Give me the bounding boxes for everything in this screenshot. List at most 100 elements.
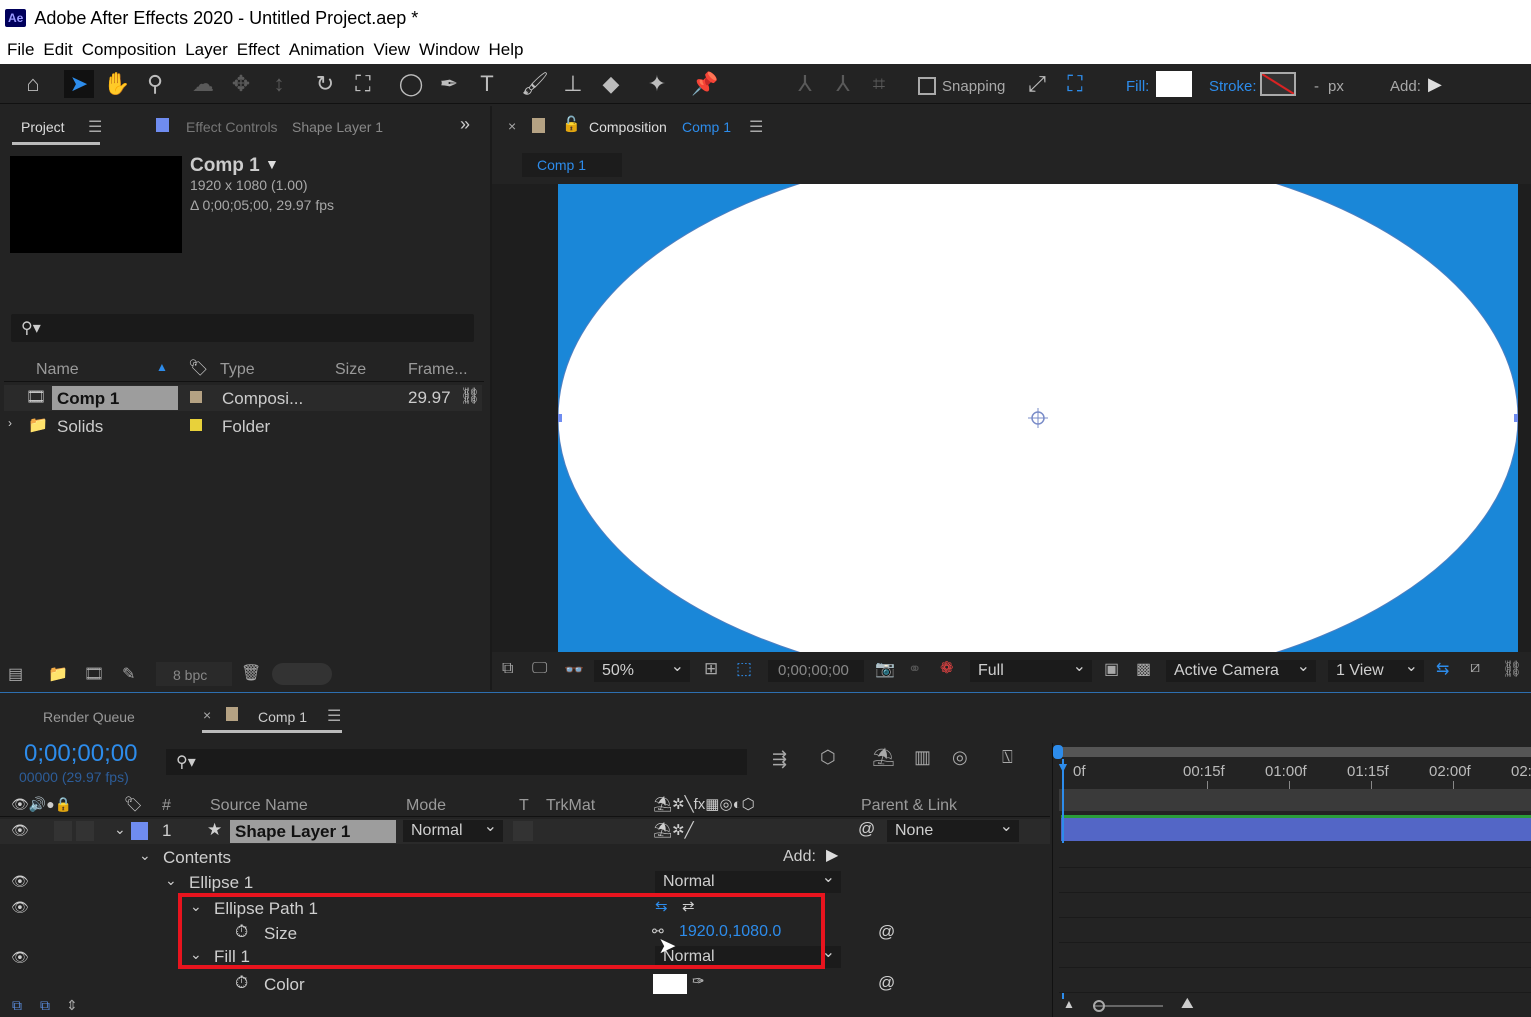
clone-stamp-icon[interactable]: ⊥ bbox=[558, 70, 588, 98]
column-t[interactable]: T bbox=[519, 797, 529, 815]
path-vertex-handle[interactable] bbox=[558, 414, 562, 422]
column-type[interactable]: Type bbox=[220, 361, 255, 379]
expand-chevron-icon[interactable]: ⌄ bbox=[165, 872, 177, 889]
zoom-slider[interactable]: ▲ ⛰ bbox=[1053, 995, 1531, 1017]
eyedropper-icon[interactable]: ✑ bbox=[692, 972, 705, 990]
show-snapshot-icon[interactable]: ⚭ bbox=[908, 659, 921, 679]
camera-dropdown[interactable]: Active Camera bbox=[1166, 656, 1316, 682]
fill-swatch[interactable] bbox=[1156, 71, 1192, 97]
work-area-bar[interactable] bbox=[1057, 747, 1531, 757]
pan-camera-icon[interactable]: ✥ bbox=[226, 70, 256, 98]
color-property-row[interactable]: ⏱ Color ✑ @ bbox=[0, 972, 1050, 997]
menu-window[interactable]: Window bbox=[419, 40, 479, 60]
flowchart-icon[interactable]: ⛓ bbox=[460, 386, 480, 406]
pick-whip-icon[interactable]: @ bbox=[878, 922, 895, 942]
tab-comp-timeline[interactable]: Comp 1 bbox=[258, 709, 307, 725]
views-dropdown[interactable]: 1 View bbox=[1328, 656, 1424, 682]
time-stretch-toggle-icon[interactable]: ⇕ bbox=[66, 997, 78, 1014]
eye-icon[interactable]: 👁 bbox=[11, 899, 29, 916]
stroke-swatch[interactable] bbox=[1260, 72, 1296, 96]
tab-render-queue[interactable]: Render Queue bbox=[43, 709, 135, 725]
time-ruler[interactable]: 0f 00:15f 01:00f 01:15f 02:00f 02:15f bbox=[1053, 761, 1531, 789]
current-time[interactable]: 0;00;00;00 bbox=[24, 740, 137, 768]
draft-3d-icon[interactable]: ⬡ bbox=[820, 747, 836, 768]
fill-color-swatch[interactable] bbox=[653, 974, 687, 994]
lock-switch[interactable] bbox=[76, 821, 94, 841]
solo-switch[interactable] bbox=[54, 821, 72, 841]
label-color[interactable] bbox=[190, 419, 202, 431]
layer-duration-bar[interactable] bbox=[1061, 815, 1531, 841]
dolly-camera-icon[interactable]: ↕ bbox=[264, 70, 294, 98]
local-axis-icon[interactable]: ⅄ bbox=[790, 70, 820, 98]
layer-name[interactable]: Shape Layer 1 bbox=[230, 820, 396, 843]
layer-mode-dropdown[interactable]: Normal bbox=[403, 816, 503, 842]
time-graph[interactable]: 0f 00:15f 01:00f 01:15f 02:00f 02:15f ▼ ▲ ⛰ bbox=[1052, 743, 1531, 1017]
bit-depth-button[interactable]: 8 bpc bbox=[156, 662, 232, 686]
expand-chevron-icon[interactable]: ⌄ bbox=[139, 847, 151, 864]
menu-effect[interactable]: Effect bbox=[237, 40, 280, 60]
tab-comp-name[interactable]: Comp 1 bbox=[682, 119, 731, 135]
hand-tool-icon[interactable]: ✋ bbox=[102, 70, 132, 98]
column-mode[interactable]: Mode bbox=[406, 797, 446, 815]
layer-row[interactable]: 👁 ⌄ 1 ★ Shape Layer 1 Normal ⛱✲╱ @ None bbox=[0, 816, 1050, 844]
orbit-camera-icon[interactable]: ☁ bbox=[188, 70, 218, 98]
add-menu-icon[interactable]: ▶ bbox=[1428, 74, 1442, 95]
ellipse-blend-mode-dropdown[interactable]: Normal bbox=[655, 867, 841, 893]
contents-row[interactable]: ⌄ Contents Add: ▶ bbox=[0, 845, 1050, 870]
panel-menu-icon[interactable]: ☰ bbox=[88, 117, 102, 137]
panel-menu-icon[interactable]: ☰ bbox=[327, 706, 341, 726]
interpret-footage-icon[interactable]: ▤ bbox=[8, 664, 23, 684]
zoom-in-icon[interactable]: ⛰ bbox=[1181, 995, 1194, 1012]
add-menu-icon[interactable]: ▶ bbox=[826, 845, 838, 865]
safe-margins-icon[interactable]: ⊞ bbox=[704, 659, 718, 679]
panel-menu-icon[interactable]: ☰ bbox=[749, 117, 763, 137]
layer-label-color[interactable] bbox=[131, 822, 148, 840]
comp-dropdown-icon[interactable]: ▼ bbox=[265, 156, 279, 172]
composition-mini-flowchart-icon[interactable]: ⇶ bbox=[772, 749, 787, 770]
current-time-display[interactable]: 0;00;00;00 bbox=[768, 660, 864, 682]
zoom-out-icon[interactable]: ▲ bbox=[1063, 997, 1075, 1011]
new-folder-icon[interactable]: 📁 bbox=[48, 664, 68, 684]
eye-icon[interactable]: 👁 bbox=[11, 822, 29, 839]
comp-flow-tab[interactable]: Comp 1 bbox=[522, 153, 622, 177]
close-tab-icon[interactable]: × bbox=[203, 707, 211, 723]
menu-edit[interactable]: Edit bbox=[43, 40, 72, 60]
timeline-search-input[interactable]: ⚲▾ bbox=[166, 749, 747, 775]
layer-switches[interactable]: ⛱✲╱ bbox=[653, 821, 694, 839]
scroll-thumb[interactable] bbox=[272, 663, 332, 685]
column-frame-rate[interactable]: Frame... bbox=[408, 361, 468, 379]
work-area-start-handle[interactable] bbox=[1053, 745, 1063, 759]
pick-whip-icon[interactable]: @ bbox=[858, 819, 875, 839]
dependencies-icon[interactable]: ✎ bbox=[122, 664, 135, 684]
overflow-chevron-icon[interactable]: » bbox=[460, 114, 470, 135]
label-tag-icon[interactable]: 🏷 bbox=[188, 358, 208, 378]
view-axis-icon[interactable]: ⌗ bbox=[864, 70, 894, 98]
menu-file[interactable]: File bbox=[7, 40, 34, 60]
fast-previews-icon[interactable]: ⇆ bbox=[1436, 659, 1449, 679]
stopwatch-icon[interactable]: ⏱ bbox=[235, 973, 248, 993]
new-comp-icon[interactable]: 🎞 bbox=[84, 664, 104, 684]
project-item-comp[interactable]: 🎞 Comp 1 Composi... 29.97 ⛓ bbox=[4, 385, 482, 411]
playhead-icon[interactable]: ▼ bbox=[1056, 759, 1070, 775]
monitor-icon[interactable]: 🖵 bbox=[532, 660, 547, 678]
puppet-pin-icon[interactable]: 📌 bbox=[690, 70, 720, 98]
menu-animation[interactable]: Animation bbox=[289, 40, 365, 60]
column-parent-link[interactable]: Parent & Link bbox=[861, 797, 957, 815]
project-item-solids[interactable]: › 📁 Solids Folder bbox=[4, 413, 482, 439]
magnification-dropdown[interactable]: 50% bbox=[594, 656, 690, 682]
close-tab-icon[interactable]: × bbox=[508, 118, 516, 134]
layer-switches-toggle-icon[interactable]: ⧉ bbox=[12, 997, 22, 1014]
trash-icon[interactable]: 🗑 bbox=[241, 663, 261, 683]
timeline-icon[interactable]: ⧄ bbox=[1470, 659, 1480, 677]
viewer-canvas[interactable] bbox=[492, 184, 1531, 652]
menu-view[interactable]: View bbox=[374, 40, 411, 60]
shy-layers-icon[interactable]: ⛱ bbox=[872, 747, 895, 768]
mask-visibility-icon[interactable]: 👓 bbox=[564, 660, 584, 680]
zoom-tool-icon[interactable]: ⚲ bbox=[140, 70, 170, 98]
preview-icon[interactable]: ⧉ bbox=[502, 660, 513, 678]
path-vertex-handle[interactable] bbox=[1514, 414, 1518, 422]
roto-brush-icon[interactable]: ✦ bbox=[642, 70, 672, 98]
motion-blur-icon[interactable]: ◎ bbox=[952, 747, 968, 768]
modes-toggle-icon[interactable]: ⧉ bbox=[40, 997, 50, 1014]
selection-tool-icon[interactable]: ➤ bbox=[64, 70, 94, 98]
